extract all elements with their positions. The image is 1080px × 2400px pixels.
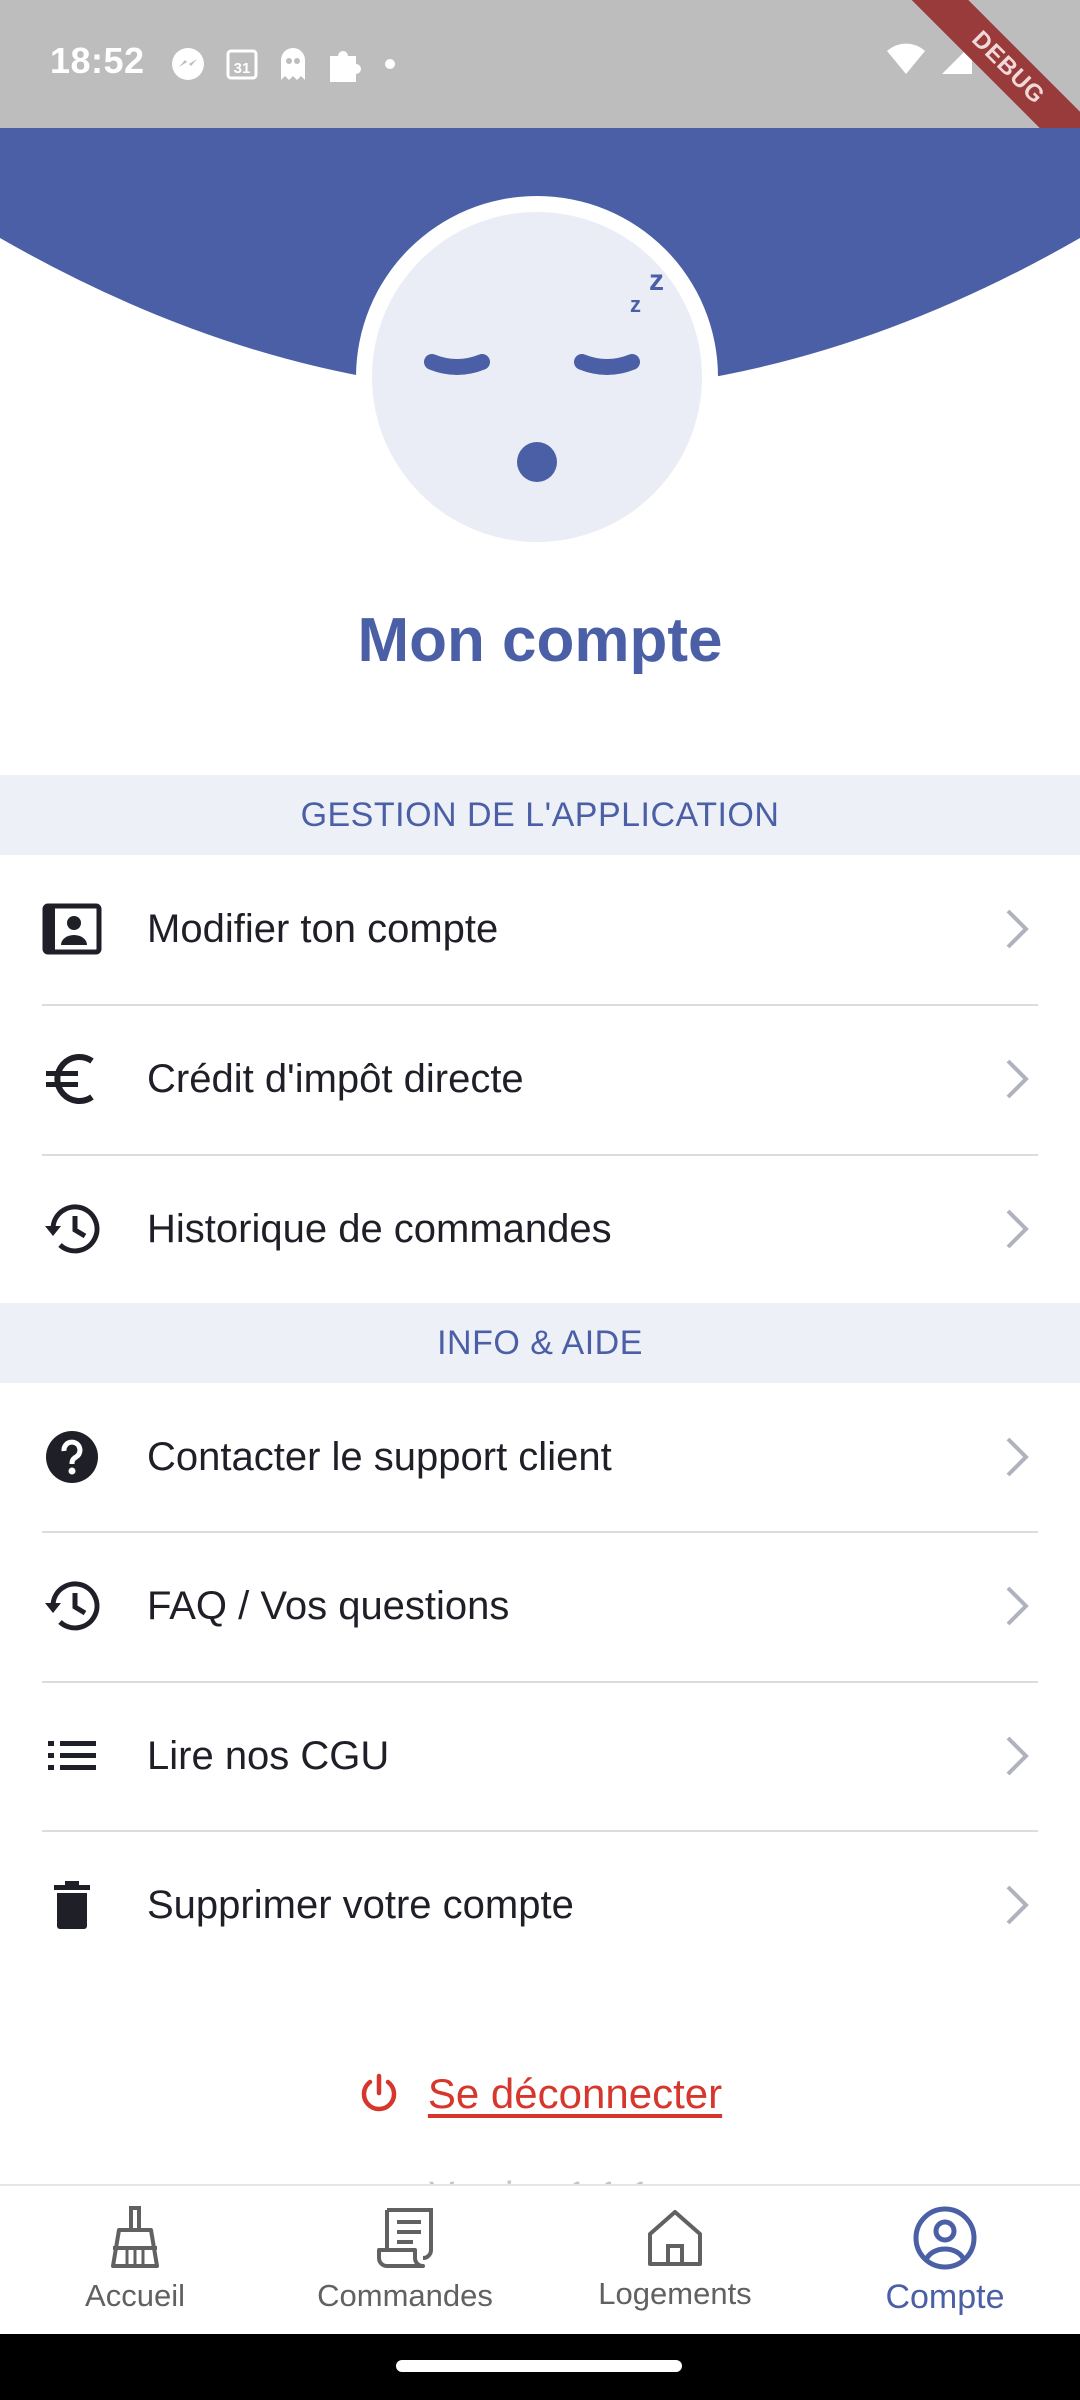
nav-label: Commandes <box>317 2278 493 2313</box>
menu-item-edit-account[interactable]: Modifier ton compte <box>0 854 1080 1004</box>
list-icon <box>40 1724 104 1788</box>
nav-tab-housing[interactable]: Logements <box>540 2186 810 2336</box>
section-header-app-management: GESTION DE L'APPLICATION <box>0 775 1080 855</box>
notification-icons: 31 <box>170 44 396 84</box>
page-title: Mon compte <box>357 606 723 675</box>
help-circle-icon <box>40 1425 104 1489</box>
puzzle-icon <box>330 51 361 82</box>
svg-text:z: z <box>630 292 641 317</box>
logout-button[interactable]: Se déconnecter <box>0 2070 1080 2118</box>
chevron-right-icon <box>1006 1209 1029 1249</box>
status-bar: 18:52 31 DEBUG <box>0 0 1080 175</box>
history-icon <box>40 1197 104 1261</box>
contact-card-icon <box>40 897 104 961</box>
menu-item-order-history[interactable]: Historique de commandes <box>0 1154 1080 1304</box>
nav-label: Accueil <box>85 2278 185 2313</box>
power-icon <box>361 2073 397 2112</box>
menu-item-label: Lire nos CGU <box>147 1733 390 1778</box>
nav-tab-home[interactable]: Accueil <box>0 2186 270 2336</box>
menu-item-label: Historique de commandes <box>147 1206 612 1251</box>
status-time: 18:52 <box>50 40 145 81</box>
menu-item-tax-credit[interactable]: Crédit d'impôt directe <box>0 1004 1080 1154</box>
nav-tab-account[interactable]: Compte <box>810 2186 1080 2336</box>
sleeping-face-icon: z z <box>424 264 664 482</box>
menu-item-delete-account[interactable]: Supprimer votre compte <box>0 1830 1080 1980</box>
ghost-icon <box>281 48 305 80</box>
system-navigation-bar <box>0 2334 1080 2400</box>
trash-icon <box>40 1873 104 1937</box>
menu-item-label: Contacter le support client <box>147 1434 612 1479</box>
chevron-right-icon <box>1006 1885 1029 1925</box>
chevron-right-icon <box>1006 1059 1029 1099</box>
menu-item-faq[interactable]: FAQ / Vos questions <box>0 1531 1080 1681</box>
menu-item-label: FAQ / Vos questions <box>147 1583 510 1628</box>
avatar[interactable]: z z <box>372 212 702 542</box>
dot-icon <box>385 59 395 69</box>
section-header-info-help: INFO & AIDE <box>0 1303 1080 1383</box>
chevron-right-icon <box>1006 1437 1029 1477</box>
logout-label: Se déconnecter <box>427 2070 723 2117</box>
menu-item-label: Supprimer votre compte <box>147 1882 574 1927</box>
chevron-right-icon <box>1006 1736 1029 1776</box>
svg-text:z: z <box>649 264 664 297</box>
home-icon <box>648 2210 702 2266</box>
nav-label: Logements <box>598 2276 752 2311</box>
menu-item-terms[interactable]: Lire nos CGU <box>0 1681 1080 1831</box>
menu-item-label: Crédit d'impôt directe <box>147 1056 524 1101</box>
history-icon <box>40 1574 104 1638</box>
calendar-icon: 31 <box>226 49 258 80</box>
nav-tab-orders[interactable]: Commandes <box>270 2186 540 2336</box>
bottom-navigation: Accueil Commandes Logements Compte <box>0 2184 1080 2334</box>
chevron-right-icon <box>1006 909 1029 949</box>
receipt-icon <box>377 2208 433 2268</box>
chevron-right-icon <box>1006 1586 1029 1626</box>
euro-icon <box>40 1047 104 1111</box>
nav-label: Compte <box>885 2278 1005 2316</box>
svg-text:31: 31 <box>234 60 251 77</box>
broom-icon <box>111 2206 159 2268</box>
home-gesture-handle[interactable] <box>396 2360 682 2372</box>
messenger-icon <box>172 48 204 80</box>
account-circle-icon <box>913 2206 977 2270</box>
menu-item-label: Modifier ton compte <box>147 906 499 951</box>
menu-item-contact-support[interactable]: Contacter le support client <box>0 1382 1080 1532</box>
